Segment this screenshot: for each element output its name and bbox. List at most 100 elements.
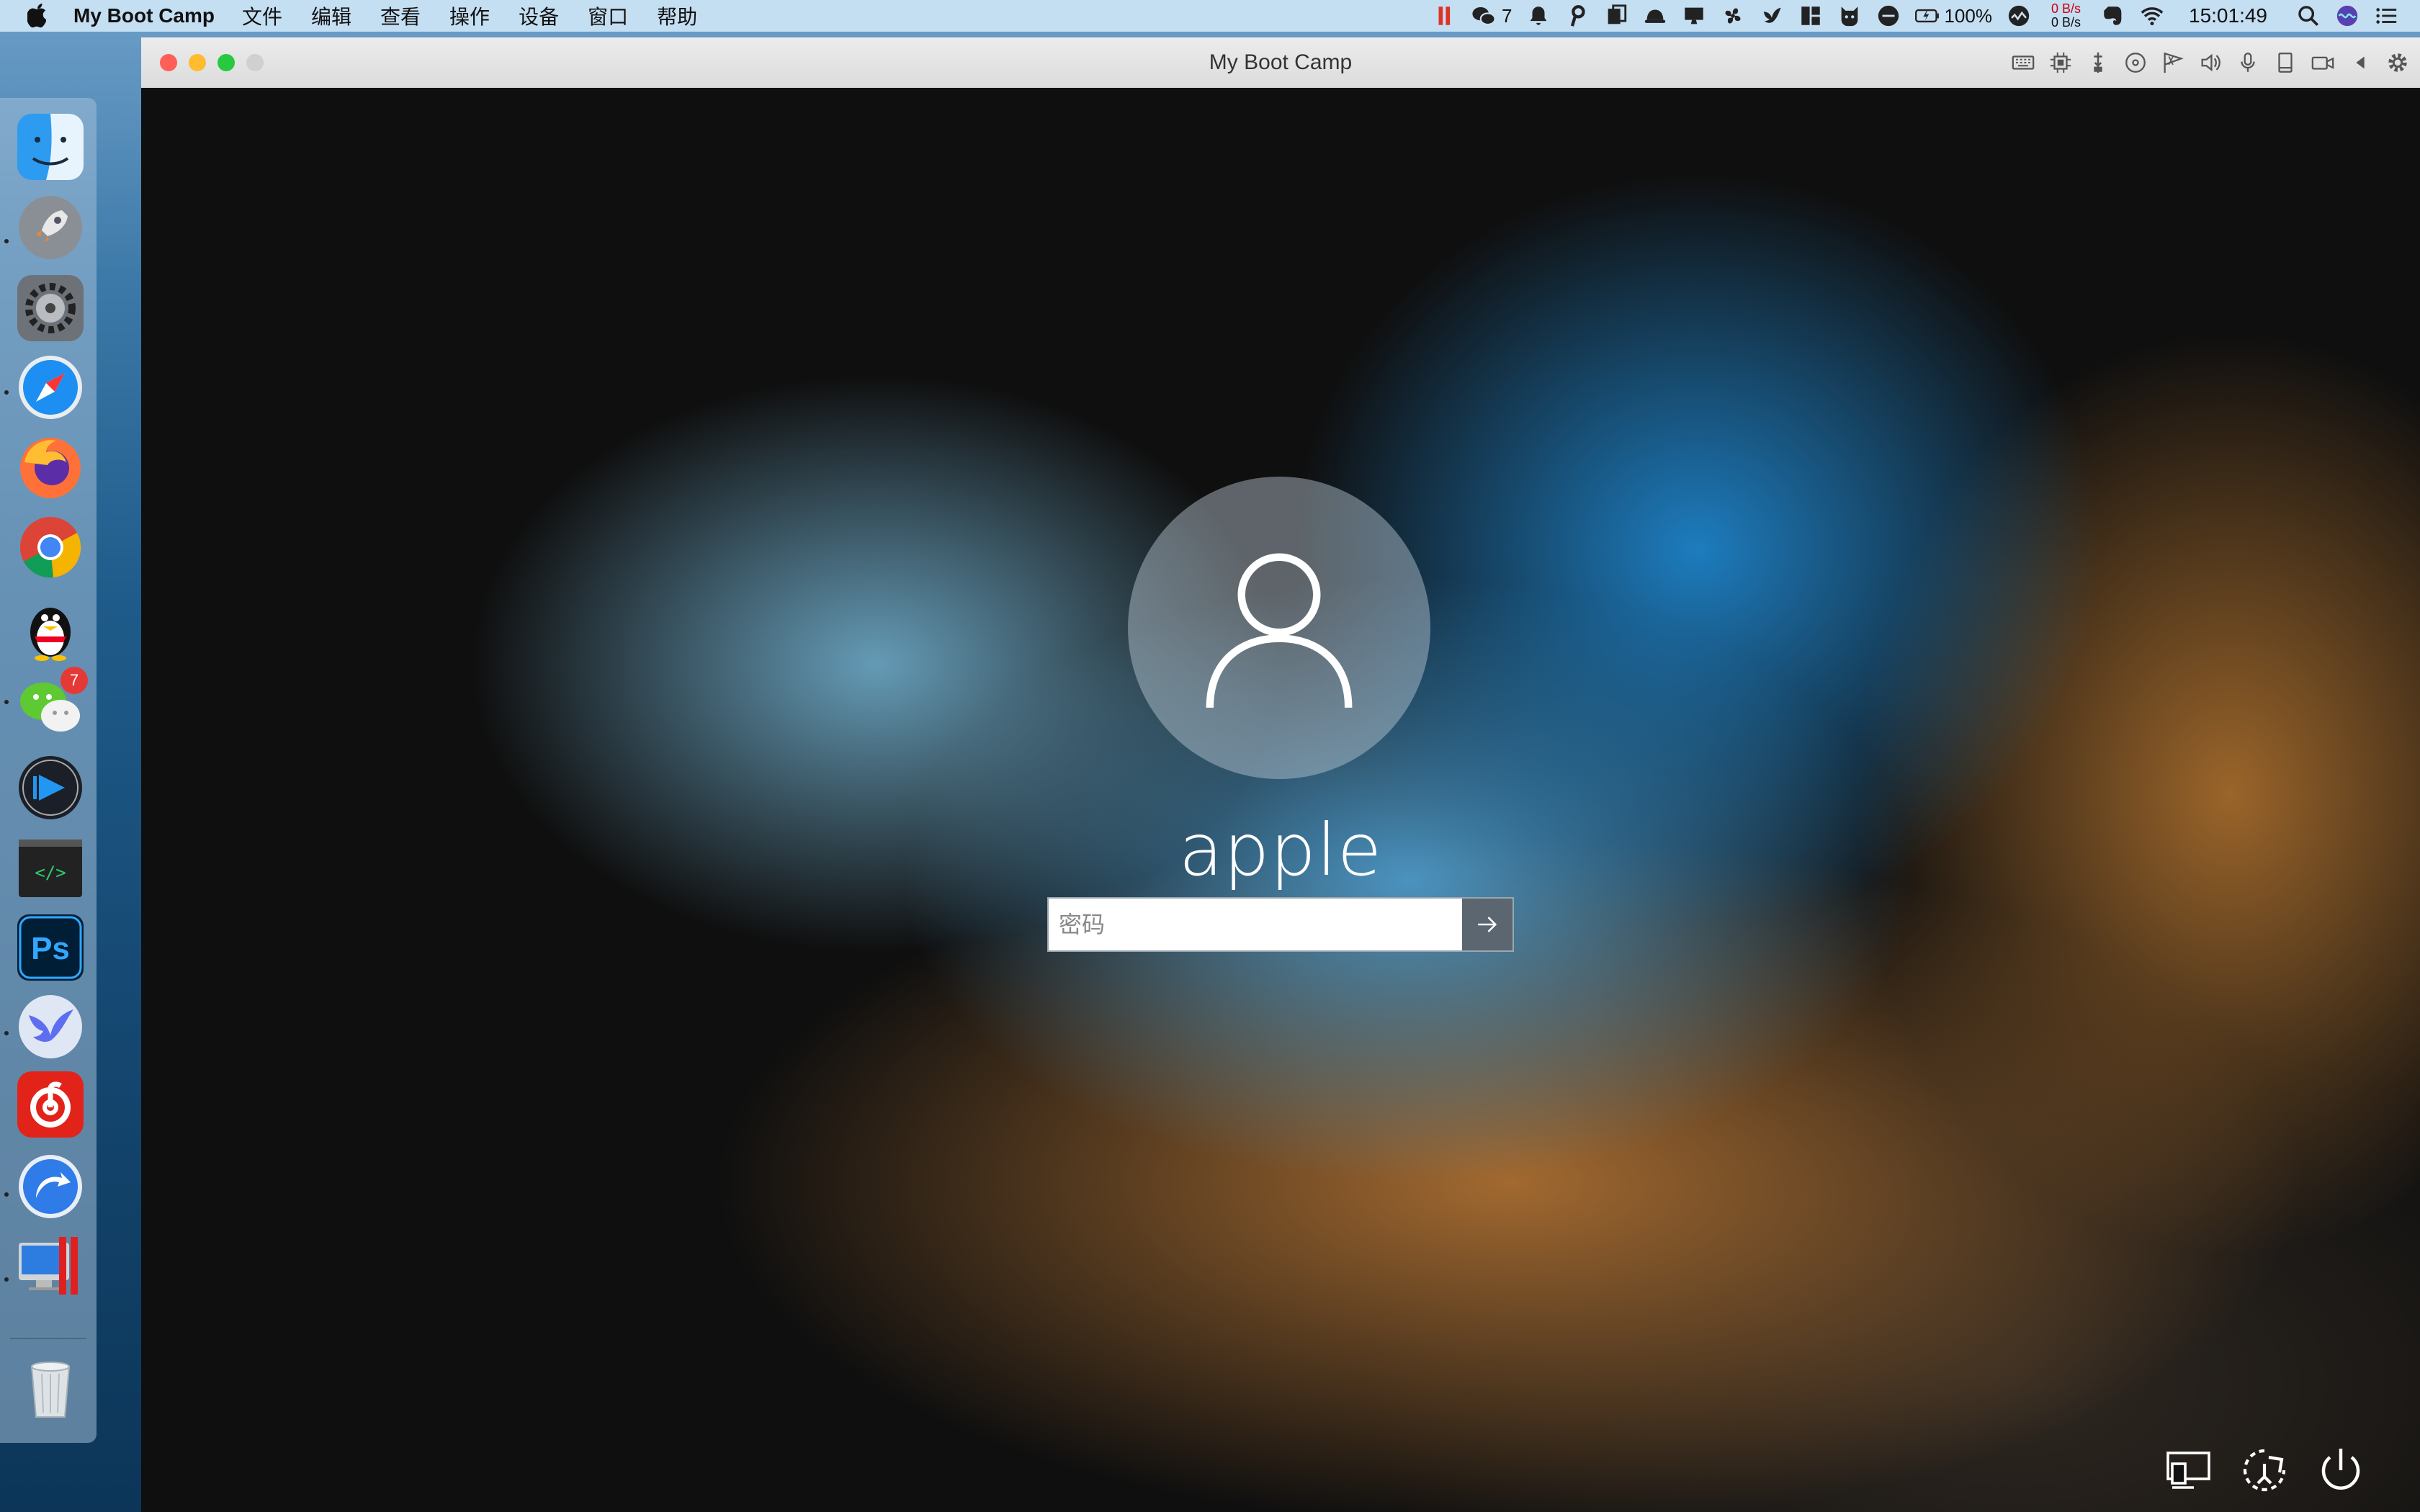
window-titlebar[interactable]: My Boot Camp: [141, 37, 2420, 89]
dock: 7 </> Ps: [0, 98, 97, 1443]
device-icon[interactable]: [2270, 48, 2300, 78]
network-speed: 0 B/s 0 B/s: [2051, 2, 2081, 30]
dock-firefox[interactable]: [17, 433, 84, 500]
running-indicator: [4, 1192, 9, 1197]
qq-penguin-icon: [30, 608, 71, 661]
user-icon: [1206, 553, 1353, 708]
windows-login-screen: apple: [141, 88, 2420, 1512]
bird-icon[interactable]: [1760, 4, 1784, 28]
monitor-icon[interactable]: [1682, 4, 1706, 28]
menu-help[interactable]: 帮助: [657, 1, 697, 30]
launchpad-rocket-icon: [19, 196, 82, 259]
cd-drive-icon[interactable]: [2120, 48, 2151, 78]
vm-window: My Boot Camp apple: [141, 37, 2420, 1512]
dock-finder[interactable]: [17, 114, 84, 180]
submit-button[interactable]: [1462, 899, 1512, 950]
app-menu[interactable]: My Boot Camp: [73, 4, 215, 27]
close-button[interactable]: [160, 54, 177, 71]
running-indicator: [4, 1277, 9, 1282]
running-indicator: [4, 1031, 9, 1035]
gear-icon: [17, 275, 84, 341]
dock-launchpad[interactable]: [17, 194, 84, 261]
activity-monitor-icon[interactable]: [2007, 4, 2031, 28]
wechat-status-icon[interactable]: 7: [1471, 4, 1512, 28]
dock-photoshop[interactable]: Ps: [17, 914, 84, 981]
dock-airmail[interactable]: [17, 994, 84, 1060]
menu-bar: My Boot Camp 文件 编辑 查看 操作 设备 窗口 帮助 7 100%…: [0, 0, 2420, 32]
running-indicator: [4, 390, 9, 395]
menu-window[interactable]: 窗口: [588, 1, 628, 30]
spotlight-search-icon[interactable]: [2296, 4, 2321, 28]
password-box: [1047, 897, 1514, 952]
password-input[interactable]: [1049, 899, 1462, 950]
music-icon: [17, 1071, 84, 1138]
clipboard-icon[interactable]: [1604, 4, 1628, 28]
photoshop-icon: Ps: [17, 914, 84, 981]
svg-text:Ps: Ps: [31, 931, 70, 966]
power-button[interactable]: [2312, 1441, 2370, 1499]
chrome-icon: [20, 517, 81, 578]
siri-icon[interactable]: [2335, 4, 2360, 28]
fullscreen-disabled-button: [246, 54, 264, 71]
dock-wechat[interactable]: 7: [17, 667, 88, 739]
apple-icon[interactable]: [27, 4, 49, 28]
svg-text:</>: </>: [35, 863, 66, 883]
microphone-icon[interactable]: [2233, 48, 2263, 78]
notification-center-icon[interactable]: [2374, 4, 2398, 28]
settings-gear-icon[interactable]: [2383, 48, 2413, 78]
bird-app-icon: [19, 995, 82, 1058]
window-manager-icon[interactable]: [1798, 4, 1823, 28]
speaker-icon[interactable]: [2195, 48, 2226, 78]
dock-qq[interactable]: [17, 595, 84, 661]
download-speed: 0 B/s: [2051, 15, 2081, 30]
zoom-button[interactable]: [218, 54, 235, 71]
running-indicator: [4, 700, 9, 704]
finder-icon: [17, 114, 84, 180]
arrow-swirl-icon: [19, 1155, 82, 1218]
menu-devices[interactable]: 设备: [519, 1, 559, 30]
bell-icon[interactable]: [1526, 4, 1551, 28]
menu-edit[interactable]: 编辑: [311, 1, 351, 30]
dock-system-preferences[interactable]: [17, 275, 84, 341]
status-area: 7 100% 0 B/s 0 B/s 15:01:49: [1425, 0, 2420, 32]
cat-icon[interactable]: [1837, 4, 1862, 28]
pin-icon[interactable]: [1565, 4, 1590, 28]
battery-icon[interactable]: 100%: [1915, 4, 1992, 28]
arrow-right-icon: [1478, 917, 1497, 932]
dock-netease-music[interactable]: [17, 1071, 84, 1138]
dock-separator: [10, 1338, 86, 1339]
camera-icon[interactable]: [2308, 48, 2338, 78]
dock-migration[interactable]: [17, 1153, 84, 1220]
dock-code-editor[interactable]: </>: [17, 835, 84, 901]
dock-chrome[interactable]: [17, 514, 84, 580]
trash-icon: [30, 1362, 71, 1418]
network-flag-icon[interactable]: [2158, 48, 2188, 78]
minimize-button[interactable]: [189, 54, 206, 71]
running-indicator: [4, 239, 9, 243]
usb-icon[interactable]: [2083, 48, 2113, 78]
menu-view[interactable]: 查看: [380, 1, 421, 30]
menu-file[interactable]: 文件: [242, 1, 282, 30]
parallels-status-icon[interactable]: [1433, 4, 1457, 28]
cpu-icon[interactable]: [2045, 48, 2076, 78]
dock-safari[interactable]: [17, 354, 84, 420]
dock-trash[interactable]: [17, 1354, 84, 1420]
keyboard-icon[interactable]: [2008, 48, 2038, 78]
code-editor-icon: </>: [19, 840, 82, 897]
ease-of-access-button[interactable]: [2236, 1441, 2293, 1499]
wifi-icon[interactable]: [2140, 4, 2164, 28]
evernote-icon[interactable]: [2101, 4, 2125, 28]
dock-infuse[interactable]: [17, 755, 84, 821]
dock-parallels[interactable]: [17, 1234, 84, 1300]
wechat-badge: 7: [60, 667, 88, 694]
play-icon: [19, 756, 82, 819]
collapse-arrow-icon[interactable]: [2345, 48, 2375, 78]
stop-icon[interactable]: [1876, 4, 1901, 28]
hat-icon[interactable]: [1643, 4, 1667, 28]
upload-speed: 0 B/s: [2051, 1, 2081, 16]
fan-icon[interactable]: [1721, 4, 1745, 28]
menu-actions[interactable]: 操作: [449, 1, 490, 30]
network-button[interactable]: [2161, 1441, 2218, 1499]
battery-percent: 100%: [1944, 4, 1992, 27]
clock[interactable]: 15:01:49: [2189, 4, 2267, 27]
